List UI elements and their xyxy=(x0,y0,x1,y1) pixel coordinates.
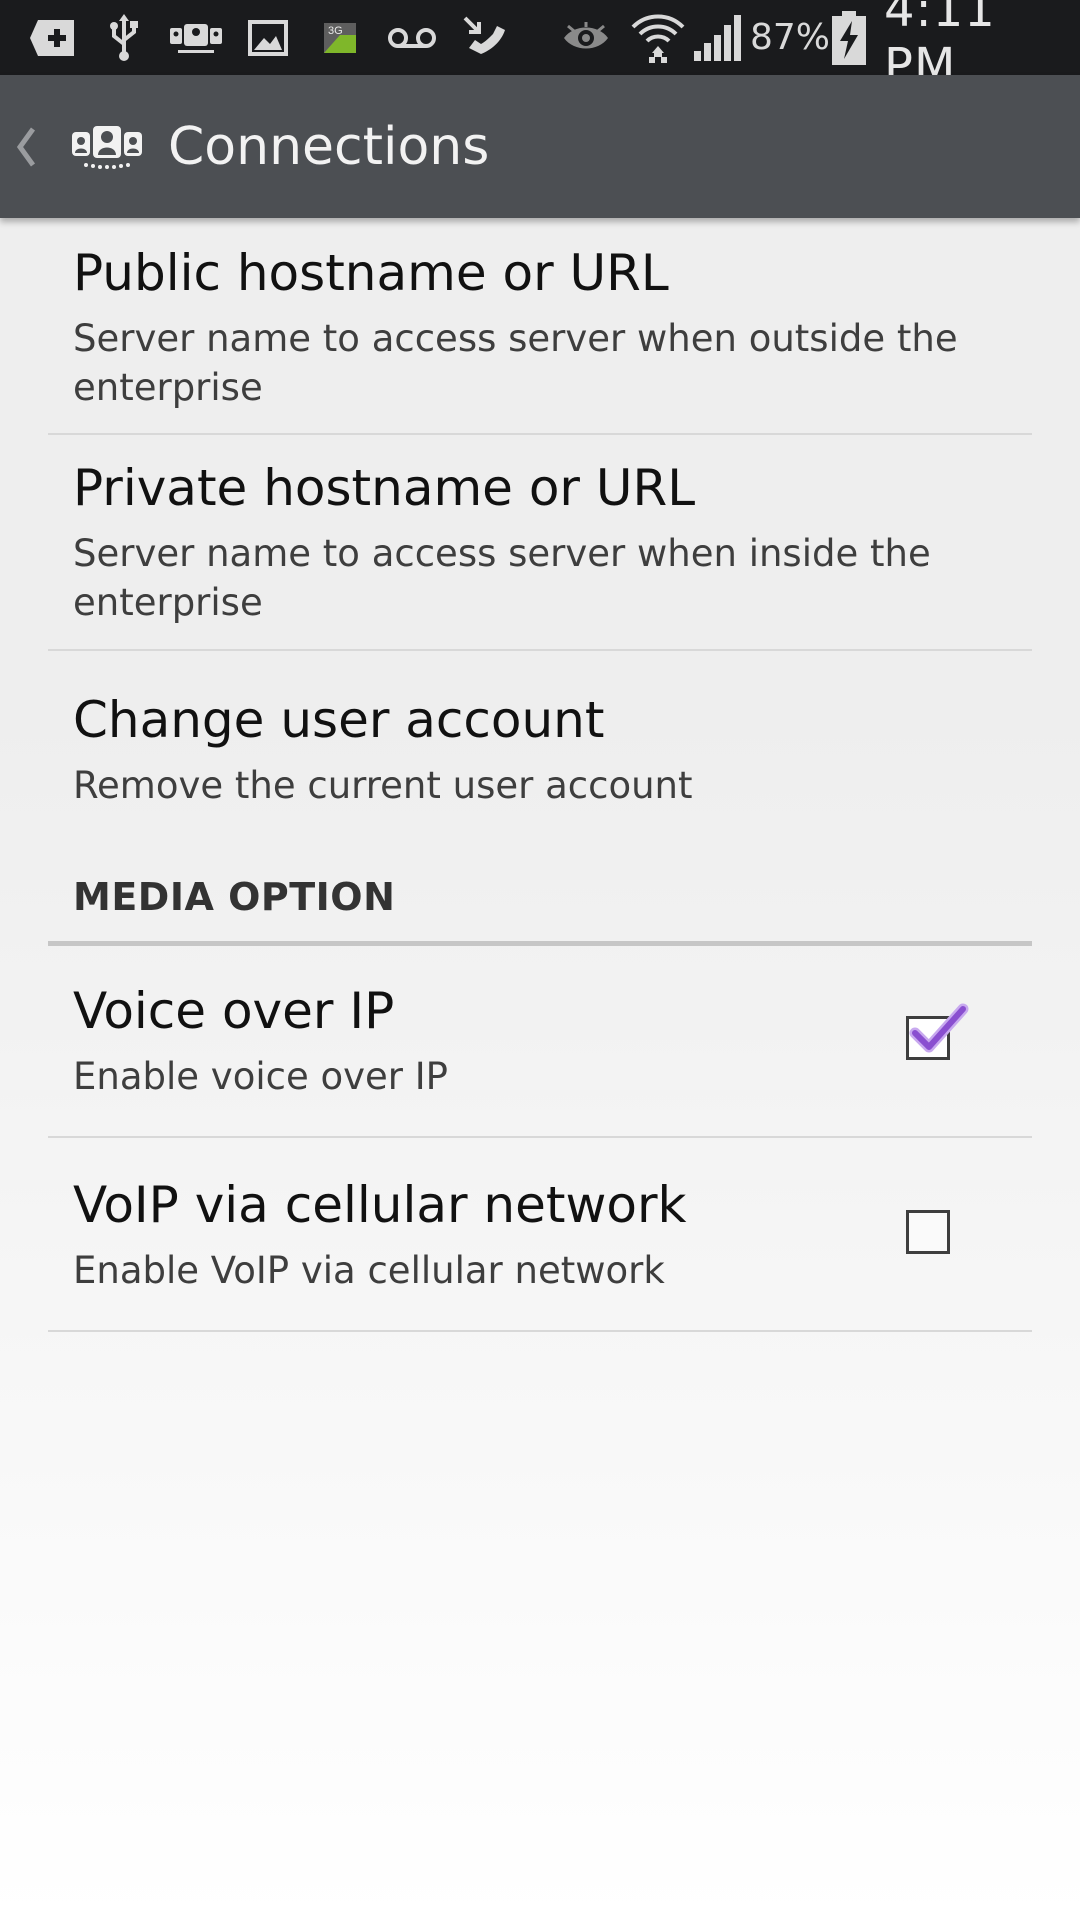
3g-label: 3G xyxy=(328,25,343,37)
voicemail-icon xyxy=(384,0,440,75)
pref-voice-over-ip[interactable]: Voice over IP Enable voice over IP xyxy=(48,946,1032,1138)
3g-icon: 3G xyxy=(320,0,360,75)
wifi-icon xyxy=(630,0,686,75)
pref-summary: Server name to access server when outsid… xyxy=(73,317,958,409)
pref-summary: Enable VoIP via cellular network xyxy=(73,1249,665,1292)
app-notification-icon xyxy=(166,0,226,75)
pref-public-hostname[interactable]: Public hostname or URL Server name to ac… xyxy=(48,218,1032,435)
chevron-left-icon[interactable] xyxy=(10,75,42,218)
pref-voip-cellular[interactable]: VoIP via cellular network Enable VoIP vi… xyxy=(48,1138,1032,1332)
pref-summary: Enable voice over IP xyxy=(73,1055,448,1098)
image-icon xyxy=(246,0,290,75)
pref-summary: Remove the current user account xyxy=(73,764,693,807)
clock: 4:11 PM xyxy=(884,0,996,94)
plus-notification-icon xyxy=(28,0,78,75)
people-group-icon[interactable] xyxy=(70,75,144,218)
signal-icon xyxy=(690,0,744,75)
page-title: Connections xyxy=(168,116,490,177)
section-header-label: MEDIA OPTION xyxy=(73,875,396,919)
battery-percent: 87% xyxy=(750,17,831,58)
missed-call-icon xyxy=(460,0,512,75)
eye-icon xyxy=(560,0,612,75)
action-bar: Connections xyxy=(0,75,1080,218)
section-header-media-option: MEDIA OPTION xyxy=(48,855,1032,946)
pref-title: Public hostname or URL xyxy=(73,244,669,302)
pref-summary: Server name to access server when inside… xyxy=(73,532,931,624)
pref-title: Change user account xyxy=(73,691,605,749)
voip-checkbox[interactable] xyxy=(906,1003,969,1060)
checkmark-icon xyxy=(909,1003,969,1053)
status-bar: 3G 87% 4:11 PM xyxy=(0,0,1080,94)
usb-icon xyxy=(104,0,144,75)
voip-cellular-checkbox[interactable] xyxy=(906,1210,950,1254)
pref-title: Private hostname or URL xyxy=(73,459,696,517)
pref-title: VoIP via cellular network xyxy=(73,1176,687,1234)
battery-charging-icon xyxy=(828,0,870,75)
pref-title: Voice over IP xyxy=(73,982,395,1040)
pref-change-user-account[interactable]: Change user account Remove the current u… xyxy=(48,651,1032,851)
pref-private-hostname[interactable]: Private hostname or URL Server name to a… xyxy=(48,435,1032,651)
